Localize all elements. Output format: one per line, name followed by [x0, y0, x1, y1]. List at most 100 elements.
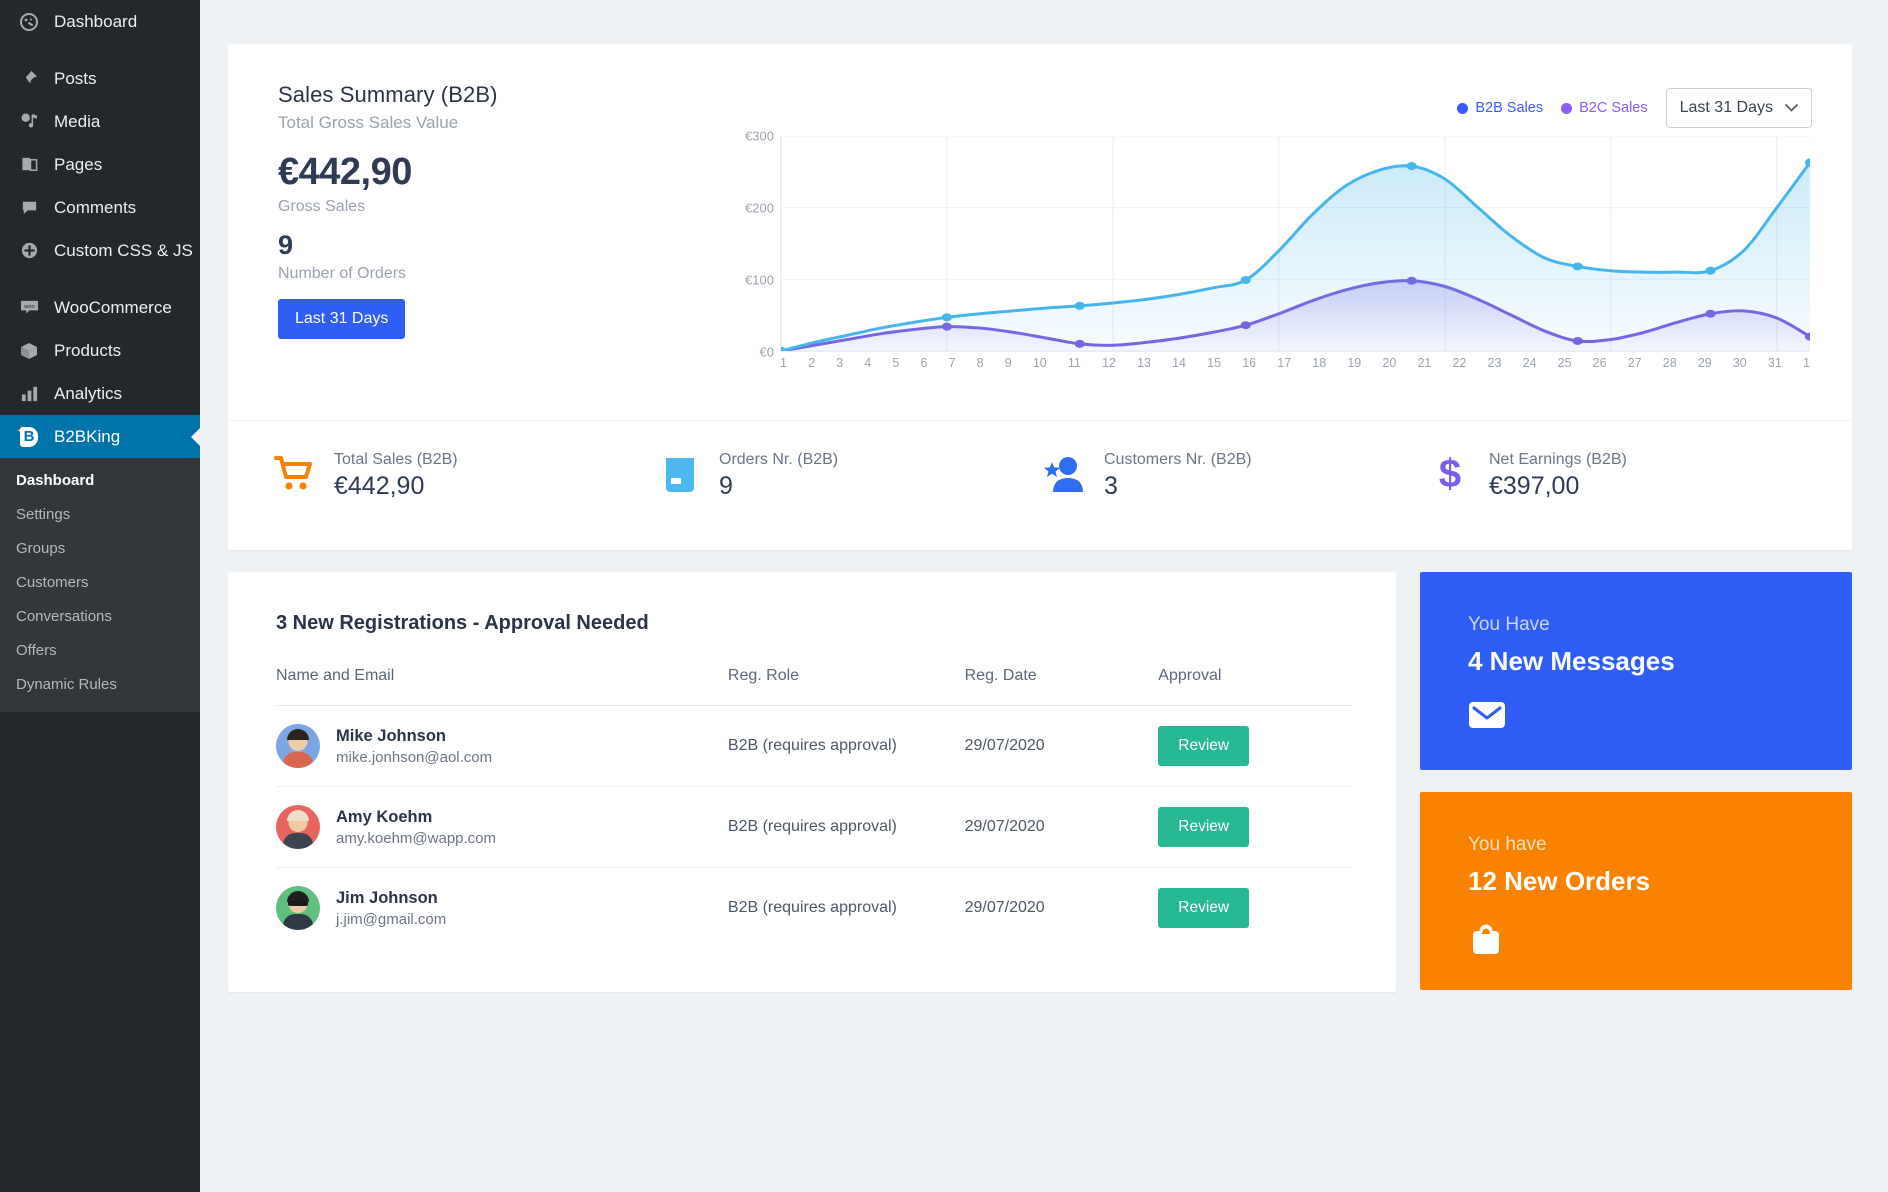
sales-line-chart: €0€100€200€300 1234567891011121314151617… [728, 136, 1816, 386]
b2bking-icon: ✦ B [16, 426, 42, 448]
orders-count-value: 9 [278, 230, 728, 261]
svg-text:$: $ [1439, 453, 1461, 495]
review-button[interactable]: Review [1158, 726, 1249, 766]
legend-b2c[interactable]: B2C Sales [1561, 100, 1648, 116]
legend-label: B2C Sales [1579, 100, 1648, 116]
bag-icon [1468, 921, 1804, 962]
review-button[interactable]: Review [1158, 888, 1249, 928]
stat-value: €397,00 [1489, 472, 1627, 501]
legend-b2b[interactable]: B2B Sales [1457, 100, 1543, 116]
stat-label: Net Earnings (B2B) [1489, 451, 1627, 468]
range-button[interactable]: Last 31 Days [278, 299, 405, 339]
submenu-item-groups[interactable]: Groups [0, 532, 200, 566]
stat-value: 9 [719, 472, 838, 501]
submenu-item-dashboard[interactable]: Dashboard [0, 464, 200, 498]
y-axis-labels: €0€100€200€300 [728, 136, 774, 352]
sidebar-item-label: Media [54, 112, 100, 132]
svg-text:woo: woo [23, 304, 34, 310]
sidebar-item-media[interactable]: Media [0, 100, 200, 143]
x-axis-tick: 25 [1558, 356, 1572, 370]
messages-promo-card[interactable]: You Have 4 New Messages [1420, 572, 1852, 770]
comment-icon [16, 197, 42, 219]
admin-sidebar: Dashboard Posts Media Pages Comments [0, 0, 200, 1192]
x-axis-tick: 14 [1172, 356, 1186, 370]
user-name: Mike Johnson [336, 727, 492, 746]
x-axis-tick: 7 [949, 356, 956, 370]
sidebar-item-custom-css-js[interactable]: Custom CSS & JS [0, 229, 200, 272]
x-axis-tick: 16 [1242, 356, 1256, 370]
x-axis-tick: 18 [1312, 356, 1326, 370]
box-icon [657, 451, 703, 497]
x-axis-tick: 1 [780, 356, 787, 370]
stat-label: Customers Nr. (B2B) [1104, 451, 1252, 468]
messages-promo-main: 4 New Messages [1468, 646, 1804, 677]
avatar [276, 805, 320, 849]
x-axis-tick: 17 [1277, 356, 1291, 370]
stat-orders: Orders Nr. (B2B) 9 [657, 451, 1042, 501]
sidebar-item-products[interactable]: Products [0, 329, 200, 372]
sidebar-item-dashboard[interactable]: Dashboard [0, 0, 200, 43]
y-axis-tick: €300 [745, 129, 774, 144]
bottom-row: 3 New Registrations - Approval Needed Na… [228, 572, 1852, 992]
avatar [276, 886, 320, 930]
column-header-name: Name and Email [276, 667, 728, 706]
sidebar-item-label: Analytics [54, 384, 122, 404]
submenu-item-dynamic-rules[interactable]: Dynamic Rules [0, 668, 200, 702]
submenu-item-customers[interactable]: Customers [0, 566, 200, 600]
sidebar-item-label: Comments [54, 198, 136, 218]
chart-plot-area [780, 136, 1810, 352]
registrations-title: 3 New Registrations - Approval Needed [276, 612, 1352, 635]
x-axis-tick: 5 [892, 356, 899, 370]
bar-chart-icon [16, 383, 42, 405]
sidebar-item-comments[interactable]: Comments [0, 186, 200, 229]
user-email: amy.koehm@wapp.com [336, 830, 496, 847]
legend-dot-icon [1561, 103, 1572, 114]
submenu-item-settings[interactable]: Settings [0, 498, 200, 532]
x-axis-tick: 8 [977, 356, 984, 370]
page-title: Sales Summary (B2B) [278, 82, 728, 108]
sidebar-item-b2bking[interactable]: ✦ B B2BKing [0, 415, 200, 458]
x-axis-tick: 30 [1733, 356, 1747, 370]
app-root: Dashboard Posts Media Pages Comments [0, 0, 1888, 1192]
review-button[interactable]: Review [1158, 807, 1249, 847]
user-date: 29/07/2020 [965, 868, 1159, 949]
sidebar-item-label: Products [54, 341, 121, 361]
sidebar-item-posts[interactable]: Posts [0, 57, 200, 100]
x-axis-tick: 26 [1593, 356, 1607, 370]
sidebar-item-label: Pages [54, 155, 102, 175]
sidebar-item-woocommerce[interactable]: woo WooCommerce [0, 286, 200, 329]
column-header-date: Reg. Date [965, 667, 1159, 706]
main-content: Sales Summary (B2B) Total Gross Sales Va… [200, 0, 1888, 1192]
x-axis-tick: 19 [1347, 356, 1361, 370]
y-axis-tick: €0 [760, 345, 774, 360]
stat-customers: Customers Nr. (B2B) 3 [1042, 451, 1427, 501]
avatar [276, 724, 320, 768]
user-date: 29/07/2020 [965, 706, 1159, 787]
submenu-item-conversations[interactable]: Conversations [0, 600, 200, 634]
messages-promo-top: You Have [1468, 614, 1804, 636]
date-range-select[interactable]: Last 31 Days [1666, 88, 1812, 128]
orders-promo-main: 12 New Orders [1468, 866, 1804, 897]
x-axis-tick: 29 [1698, 356, 1712, 370]
user-role: B2B (requires approval) [728, 868, 965, 949]
media-icon [16, 111, 42, 133]
x-axis-tick: 4 [864, 356, 871, 370]
user-star-icon [1042, 451, 1088, 497]
stats-row: Total Sales (B2B) €442,90 Orders Nr. (B2… [228, 420, 1852, 501]
x-axis-tick: 9 [1005, 356, 1012, 370]
submenu-item-offers[interactable]: Offers [0, 634, 200, 668]
x-axis-tick: 21 [1417, 356, 1431, 370]
sidebar-item-analytics[interactable]: Analytics [0, 372, 200, 415]
sidebar-item-label: B2BKing [54, 427, 120, 447]
summary-subtitle: Total Gross Sales Value [278, 113, 728, 133]
pin-icon [16, 68, 42, 90]
sidebar-item-pages[interactable]: Pages [0, 143, 200, 186]
promo-column: You Have 4 New Messages You have 12 New … [1420, 572, 1852, 992]
user-role: B2B (requires approval) [728, 706, 965, 787]
sidebar-item-label: WooCommerce [54, 298, 172, 318]
legend-dot-icon [1457, 103, 1468, 114]
orders-promo-card[interactable]: You have 12 New Orders [1420, 792, 1852, 990]
x-axis-tick: 12 [1102, 356, 1116, 370]
table-row: Amy Koehm amy.koehm@wapp.com B2B (requir… [276, 787, 1352, 868]
user-role: B2B (requires approval) [728, 787, 965, 868]
